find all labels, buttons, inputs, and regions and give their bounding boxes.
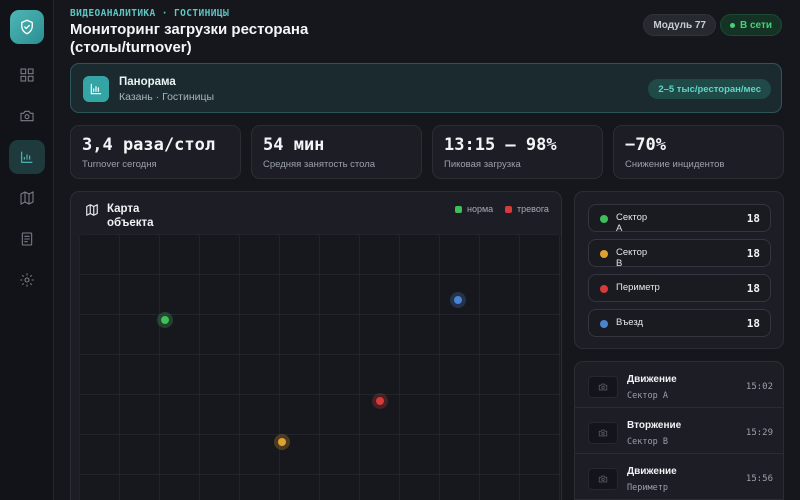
events-list: Движение Сектор А 15:02 Вторжение Сектор… [574,361,784,500]
camera-icon [598,475,608,483]
status-label: В сети [739,19,772,31]
event-time: 15:02 [745,382,773,392]
sector-count: 18 [746,247,760,260]
stat-card-incidents: −70% Снижение инцидентов [613,125,784,179]
nav-settings[interactable] [9,263,45,297]
banner-subtitle: Казань · Гостиницы [119,91,215,103]
stat-label: Пиковая загрузка [444,159,521,170]
module-label: Модуль 77 [653,19,706,31]
shield-check-icon [21,19,33,35]
legend-label: тревога [517,204,549,214]
event-time: 15:56 [745,474,773,484]
nav-dashboard[interactable] [9,58,45,92]
event-item[interactable]: Движение Сектор А 15:02 [575,362,783,408]
nav-analytics[interactable] [9,140,45,174]
map-marker-orange[interactable] [274,434,290,450]
legend-normal: норма [455,204,493,214]
nav-reports[interactable] [9,222,45,256]
sector-name: Периметр [616,282,660,293]
camera-icon [20,110,34,122]
sector-count: 18 [746,282,760,295]
sidebar [0,0,54,500]
stat-card-peak: 13:15 — 98% Пиковая загрузка [432,125,603,179]
sector-count: 18 [746,212,760,225]
event-item[interactable]: Вторжение Сектор В 15:29 [575,408,783,454]
status-dot-icon [600,285,608,293]
app-logo[interactable] [10,10,44,44]
event-thumbnail [588,468,618,490]
status-badge: В сети [719,14,782,36]
settings-icon [20,273,34,287]
document-icon [21,232,33,246]
map-icon [20,191,34,205]
location-banner[interactable]: Панорама Казань · Гостиницы 2–5 тыс/рест… [70,63,782,113]
map-title: Карта объекта [107,203,154,229]
page-title: Мониторинг загрузки ресторана (столы/tur… [70,21,309,56]
status-dot-icon [600,250,608,258]
sector-count: 18 [746,317,760,330]
sector-list: Сектор А 18 Сектор В 18 Периметр 18 Въез… [574,191,784,349]
sector-name: Сектор В [616,247,648,269]
stat-label: Средняя занятость стола [263,159,376,170]
module-badge[interactable]: Модуль 77 [643,14,716,36]
stat-label: Снижение инцидентов [625,159,725,170]
banner-title: Панорама [119,76,176,88]
nav-map[interactable] [9,181,45,215]
event-thumbnail [588,422,618,444]
event-time: 15:29 [745,428,773,438]
legend-alarm: тревога [505,204,549,214]
stat-card-occupancy: 54 мин Средняя занятость стола [251,125,422,179]
sector-item-entrance[interactable]: Въезд 18 [588,309,771,337]
map-canvas[interactable] [79,234,561,500]
map-marker-blue[interactable] [450,292,466,308]
event-location: Сектор А [627,391,668,401]
page-header: ВИДЕОАНАЛИТИКА · ГОСТИНИЦЫ Мониторинг за… [70,8,782,56]
legend-label: норма [467,204,494,214]
stat-card-turnover: 3,4 раза/стол Turnover сегодня [70,125,241,179]
status-dot-icon [729,22,735,28]
sector-item-perimeter[interactable]: Периметр 18 [588,274,771,302]
event-title: Движение [627,374,677,385]
event-thumbnail [588,376,618,398]
stat-value: −70% [625,135,666,155]
stat-value: 13:15 — 98% [444,135,557,155]
price-badge: 2–5 тыс/ресторан/мес [648,79,771,99]
map-marker-red[interactable] [372,393,388,409]
event-location: Сектор В [627,437,668,447]
breadcrumb: ВИДЕОАНАЛИТИКА · ГОСТИНИЦЫ [70,8,230,19]
stat-value: 54 мин [263,135,325,155]
map-icon [86,204,98,216]
event-title: Движение [627,466,677,477]
sector-item-b[interactable]: Сектор В 18 [588,239,771,269]
dashboard-icon [20,68,34,82]
legend-swatch-green [455,205,462,213]
sector-name: Сектор А [616,212,648,234]
camera-icon [598,429,608,437]
map-marker-green[interactable] [157,312,173,328]
banner-icon [83,76,109,102]
legend-swatch-red [505,205,512,213]
chart-icon [21,151,33,163]
camera-icon [598,383,608,391]
status-dot-icon [600,320,608,328]
site-map-panel: Карта объекта норма тревога [70,191,562,500]
sector-item-a[interactable]: Сектор А 18 [588,204,771,234]
sector-name: Въезд [616,317,644,328]
stat-label: Turnover сегодня [82,159,157,170]
event-location: Периметр [627,483,668,493]
status-dot-icon [600,215,608,223]
nav-cameras[interactable] [9,99,45,133]
event-title: Вторжение [627,420,682,431]
event-item[interactable]: Движение Периметр 15:56 [575,454,783,500]
stat-value: 3,4 раза/стол [82,135,216,155]
chart-icon [90,83,102,95]
